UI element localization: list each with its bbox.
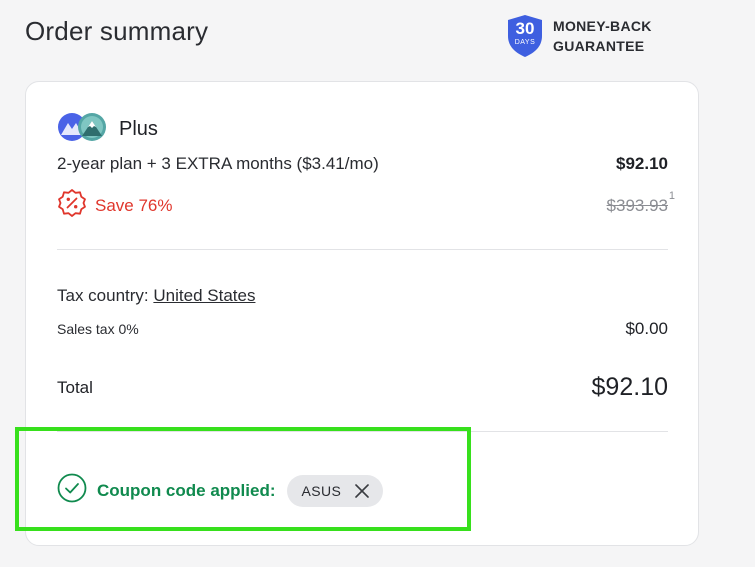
total-row: Total $92.10: [57, 373, 668, 402]
divider: [57, 249, 668, 250]
total-value: $92.10: [591, 373, 668, 401]
sales-tax-label: Sales tax 0%: [57, 321, 139, 337]
product-header: Plus: [57, 112, 158, 147]
tax-country-row: Tax country: United States: [57, 286, 668, 306]
original-price: $393.93 1: [606, 190, 675, 216]
guarantee-line-2: GUARANTEE: [553, 38, 645, 54]
product-logo-icon: [57, 112, 107, 147]
plan-description: 2-year plan + 3 EXTRA months ($3.41/mo): [57, 154, 379, 173]
price-footnote: 1: [668, 189, 675, 202]
guarantee-days-number: 30: [515, 19, 535, 38]
save-label: Save 76%: [95, 195, 173, 215]
plan-price: $92.10: [616, 154, 668, 173]
coupon-status: Coupon code applied: ASUS: [57, 473, 384, 508]
original-price-value: $393.93: [606, 195, 668, 215]
tax-country-link[interactable]: United States: [153, 286, 255, 305]
sales-tax-row: Sales tax 0% $0.00: [57, 319, 668, 339]
shield-badge-icon: 30 DAYS: [506, 14, 544, 58]
tax-country-label: Tax country:: [57, 286, 149, 305]
coupon-code: ASUS: [301, 482, 342, 499]
product-name: Plus: [119, 118, 158, 140]
guarantee-days-label: DAYS: [514, 39, 536, 46]
guarantee-line-1: MONEY-BACK: [553, 18, 652, 34]
tax-country: Tax country: United States: [57, 286, 255, 306]
money-back-guarantee: 30 DAYS MONEY-BACK GUARANTEE: [506, 14, 652, 58]
savings-row: Save 76% $393.93 1: [57, 188, 675, 223]
total-label: Total: [57, 377, 93, 397]
plan-row: 2-year plan + 3 EXTRA months ($3.41/mo) …: [57, 154, 668, 174]
guarantee-text: MONEY-BACK GUARANTEE: [553, 16, 652, 56]
divider: [57, 431, 668, 432]
order-summary-card: Plus 2-year plan + 3 EXTRA months ($3.41…: [25, 81, 699, 546]
page-title: Order summary: [25, 16, 209, 46]
coupon-applied-label: Coupon code applied:: [97, 480, 276, 500]
check-circle-icon: [57, 473, 87, 508]
sales-tax-value: $0.00: [625, 319, 668, 338]
coupon-chip: ASUS: [286, 474, 384, 507]
discount-badge-icon: [57, 188, 87, 223]
save-badge: Save 76%: [57, 188, 173, 223]
close-icon[interactable]: [355, 483, 370, 498]
